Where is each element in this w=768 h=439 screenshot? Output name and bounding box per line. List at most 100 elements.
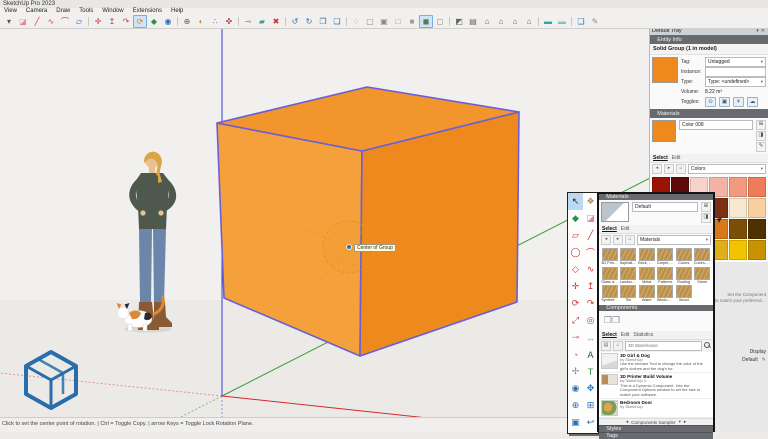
- hidden-line-mode[interactable]: □: [391, 15, 405, 28]
- orbit-tool[interactable]: ◉: [161, 15, 175, 28]
- shaded-mode[interactable]: ■: [405, 15, 419, 28]
- advanced-camera-button[interactable]: ✎: [588, 15, 602, 28]
- follow-me-tool[interactable]: ↷: [119, 15, 133, 28]
- tab-select[interactable]: Select: [602, 226, 617, 232]
- collapse-icon[interactable]: ▾: [653, 37, 655, 43]
- zoom-tool[interactable]: ⊕: [180, 15, 194, 28]
- color-swatch[interactable]: [748, 177, 766, 197]
- protractor-tool[interactable]: ◔: [568, 346, 583, 363]
- eraser-tool[interactable]: ◪: [583, 210, 598, 227]
- front-view[interactable]: ⌂: [480, 15, 494, 28]
- text-tool[interactable]: A: [583, 346, 598, 363]
- tab-edit[interactable]: Edit: [621, 332, 630, 338]
- top-view[interactable]: ▤: [466, 15, 480, 28]
- forward-icon[interactable]: ▸: [664, 164, 674, 174]
- walk-tool[interactable]: ∴: [208, 15, 222, 28]
- components-search-input[interactable]: [625, 341, 702, 351]
- select-tool[interactable]: ↖: [568, 193, 583, 210]
- circle-tool[interactable]: ◯: [568, 244, 583, 261]
- material-category[interactable]: Tile: [620, 285, 638, 303]
- default-material-swatch[interactable]: [601, 202, 629, 222]
- locked-toggle[interactable]: ▣: [719, 97, 730, 107]
- menu-item[interactable]: Extensions: [129, 8, 166, 15]
- shaded-textures-mode[interactable]: ◼: [419, 15, 433, 28]
- cast-shadows-toggle[interactable]: ☀: [733, 97, 744, 107]
- material-category[interactable]: Glass and Mirrors: [601, 267, 619, 285]
- menu-item[interactable]: Window: [98, 8, 127, 15]
- tab-edit[interactable]: Edit: [672, 155, 681, 161]
- arc-tool[interactable]: ⌒: [58, 15, 72, 28]
- material-category[interactable]: 3D Printing: [601, 248, 619, 266]
- in-model-icon[interactable]: ⌂: [676, 164, 686, 174]
- line-tool[interactable]: ╱: [30, 15, 44, 28]
- collection-dropdown[interactable]: Colors▾: [688, 164, 766, 174]
- color-swatch[interactable]: [729, 177, 747, 197]
- follow-me-tool[interactable]: ↷: [583, 295, 598, 312]
- polygon-tool[interactable]: ◇: [568, 261, 583, 278]
- material-category[interactable]: Stone: [694, 267, 712, 285]
- undo-button[interactable]: ↺: [288, 15, 302, 28]
- position-camera-tool[interactable]: ✜: [222, 15, 236, 28]
- make-component-tool[interactable]: ❖: [583, 193, 598, 210]
- look-around-tool[interactable]: ◐: [194, 15, 208, 28]
- shadows-toggle[interactable]: ▬: [541, 15, 555, 28]
- collection-selector[interactable]: ◂ Components Sampler ▾ ▸: [599, 418, 713, 425]
- match-photo-button[interactable]: ❑: [574, 15, 588, 28]
- material-category[interactable]: Metal: [638, 267, 656, 285]
- material-category[interactable]: Water: [638, 285, 656, 303]
- secondary-pane-icon[interactable]: ◨: [756, 131, 766, 141]
- component-list-item[interactable]: 3D Printer Build Volume by SketchUp 3 Th…: [599, 373, 713, 399]
- search-icon[interactable]: [704, 342, 711, 349]
- back-view[interactable]: ⌂: [494, 15, 508, 28]
- menu-item[interactable]: Camera: [22, 8, 51, 15]
- collection-dropdown[interactable]: Materials▾: [637, 235, 711, 245]
- component-list-item[interactable]: 3D Girl & Dog by SketchUp Use the Intera…: [599, 352, 713, 374]
- component-list-item[interactable]: Bedroom Door by SketchUp: [599, 399, 713, 418]
- material-category[interactable]: Landscaping: [620, 267, 638, 285]
- zoom-extents-tool[interactable]: ▣: [568, 414, 583, 431]
- material-category[interactable]: Brick, Cladding and Siding: [638, 248, 656, 266]
- menu-item[interactable]: Draw: [52, 8, 74, 15]
- menu-item[interactable]: Help: [167, 8, 187, 15]
- tab-statistics[interactable]: Statistics: [633, 332, 653, 338]
- active-material-swatch[interactable]: [652, 120, 676, 142]
- material-category[interactable]: Colors: [675, 248, 693, 266]
- arc-tool[interactable]: ⌒: [583, 244, 598, 261]
- sample-paint-icon[interactable]: ✎: [756, 142, 766, 152]
- tags-collapsed-bar[interactable]: ▸Tags: [599, 432, 713, 439]
- rectangle-tool[interactable]: ▱: [72, 15, 86, 28]
- line-tool[interactable]: ╱: [583, 227, 598, 244]
- section-plane-tool[interactable]: ▰: [255, 15, 269, 28]
- tape-measure-tool[interactable]: ⊸: [568, 329, 583, 346]
- monochrome-mode[interactable]: ◻: [433, 15, 447, 28]
- redo-button[interactable]: ↻: [302, 15, 316, 28]
- zoom-tool[interactable]: ⊕: [568, 397, 583, 414]
- color-swatch[interactable]: [748, 240, 766, 260]
- color-swatch[interactable]: [748, 198, 766, 218]
- tab-edit[interactable]: Edit: [621, 226, 630, 232]
- select-dropdown[interactable]: ▾: [2, 15, 16, 28]
- pan-tool[interactable]: ✥: [583, 380, 598, 397]
- fog-toggle[interactable]: ▬: [555, 15, 569, 28]
- paint-bucket-tool[interactable]: ◆: [568, 210, 583, 227]
- push-pull-tool[interactable]: ↥: [583, 278, 598, 295]
- material-category[interactable]: Window Coverings: [657, 285, 675, 303]
- paste-button[interactable]: ❏: [330, 15, 344, 28]
- edit-style-icon[interactable]: ✎: [762, 357, 766, 363]
- tag-dropdown[interactable]: Untagged▾: [705, 57, 766, 67]
- move-tool[interactable]: ✛: [568, 278, 583, 295]
- back-icon[interactable]: ◂: [601, 235, 611, 245]
- instance-input[interactable]: [705, 67, 766, 77]
- material-category[interactable]: Roofing: [675, 267, 693, 285]
- wireframe-mode[interactable]: ▣: [377, 15, 391, 28]
- zoom-window-tool[interactable]: ⊞: [583, 397, 598, 414]
- right-view[interactable]: ⌂: [522, 15, 536, 28]
- rotate-tool[interactable]: ⟳: [133, 15, 147, 28]
- styles-display-tab[interactable]: Display: [750, 349, 766, 355]
- forward-icon[interactable]: ▸: [613, 235, 623, 245]
- rotate-tool[interactable]: ⟳: [568, 295, 583, 312]
- view-options-icon[interactable]: ▤: [601, 341, 611, 351]
- previous-view-tool[interactable]: ↩: [583, 414, 598, 431]
- axes-tool[interactable]: ✢: [568, 363, 583, 380]
- tape-measure-tool[interactable]: ⊸: [241, 15, 255, 28]
